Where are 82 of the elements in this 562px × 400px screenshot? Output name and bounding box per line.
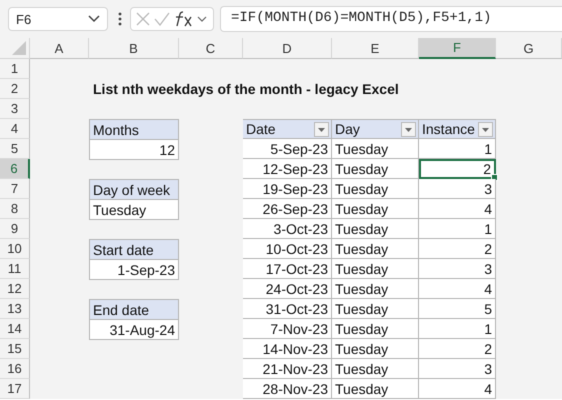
- row-header[interactable]: 8: [0, 199, 30, 219]
- row-header[interactable]: 4: [0, 119, 30, 139]
- table-cell: 3: [419, 259, 496, 279]
- header-text: Day: [335, 121, 360, 137]
- table-cell: Tuesday: [332, 319, 419, 339]
- row-header[interactable]: 14: [0, 319, 30, 339]
- table-cell: Tuesday: [332, 239, 419, 259]
- row-header[interactable]: 12: [0, 279, 30, 299]
- row-header[interactable]: 15: [0, 339, 30, 359]
- row-header[interactable]: 9: [0, 219, 30, 239]
- table-cell: Tuesday: [332, 339, 419, 359]
- table-cell: 24-Oct-23: [243, 279, 332, 299]
- table-cell: 10-Oct-23: [243, 239, 332, 259]
- table-cell: Tuesday: [332, 139, 419, 159]
- header-text: Date: [246, 121, 276, 137]
- input-label: End date: [89, 299, 179, 320]
- row-header[interactable]: 7: [0, 179, 30, 199]
- more-options-icon[interactable]: [118, 12, 122, 26]
- table-cell: 1: [419, 219, 496, 239]
- table-cell: Tuesday: [332, 219, 419, 239]
- input-value: 12: [89, 139, 179, 160]
- header-text: Instance: [422, 121, 475, 137]
- table-cell: 12-Sep-23: [243, 159, 332, 179]
- table-cell: 3: [419, 179, 496, 199]
- input-value: 1-Sep-23: [89, 259, 179, 280]
- table-cell: 28-Nov-23: [243, 379, 332, 399]
- table-cell[interactable]: 2: [419, 159, 496, 179]
- row-header[interactable]: 1: [0, 59, 30, 79]
- column-header[interactable]: C: [179, 38, 243, 59]
- sheet-title: List nth weekdays of the month - legacy Excel: [92, 80, 400, 99]
- row-header[interactable]: 11: [0, 259, 30, 279]
- input-label: Start date: [89, 239, 179, 260]
- table-cell: Tuesday: [332, 259, 419, 279]
- input-value: 31-Aug-24: [89, 319, 179, 340]
- table-cell: 2: [419, 239, 496, 259]
- table-cell: 31-Oct-23: [243, 299, 332, 319]
- filter-dropdown-icon[interactable]: [314, 122, 329, 136]
- table-cell: 1: [419, 319, 496, 339]
- table-cell: Tuesday: [332, 279, 419, 299]
- row-header[interactable]: 6: [0, 159, 30, 179]
- row-header[interactable]: 16: [0, 359, 30, 379]
- filter-dropdown-icon[interactable]: [401, 122, 416, 136]
- row-header[interactable]: 17: [0, 379, 30, 399]
- table-cell: 5-Sep-23: [243, 139, 332, 159]
- table-cell: Tuesday: [332, 199, 419, 219]
- name-box[interactable]: F6: [8, 7, 108, 31]
- table-cell: Tuesday: [332, 359, 419, 379]
- table-cell: 4: [419, 279, 496, 299]
- input-value: Tuesday: [89, 199, 179, 220]
- row-header[interactable]: 2: [0, 79, 30, 99]
- table-cell: 14-Nov-23: [243, 339, 332, 359]
- input-label: Months: [89, 119, 179, 140]
- row-header[interactable]: 10: [0, 239, 30, 259]
- row-header[interactable]: 13: [0, 299, 30, 319]
- table-cell: 21-Nov-23: [243, 359, 332, 379]
- table-cell: 4: [419, 199, 496, 219]
- column-header[interactable]: A: [30, 38, 89, 59]
- table-cell: Tuesday: [332, 159, 419, 179]
- table-cell: 5: [419, 299, 496, 319]
- table-cell: 2: [419, 339, 496, 359]
- table-cell: Tuesday: [332, 379, 419, 399]
- formula-field[interactable]: =IF(MONTH(D6)=MONTH(D5),F5+1,1): [220, 6, 562, 32]
- table-cell: 7-Nov-23: [243, 319, 332, 339]
- table-cell: 1: [419, 139, 496, 159]
- check-icon[interactable]: [154, 12, 170, 26]
- table-cell: 17-Oct-23: [243, 259, 332, 279]
- table-cell: Tuesday: [332, 179, 419, 199]
- table-cell: 3-Oct-23: [243, 219, 332, 239]
- column-header[interactable]: B: [89, 38, 179, 59]
- chevron-down-icon: [88, 15, 100, 23]
- column-header[interactable]: G: [496, 38, 562, 59]
- insert-function-icon[interactable]: [174, 11, 208, 27]
- row-header[interactable]: 3: [0, 99, 30, 119]
- table-cell: 19-Sep-23: [243, 179, 332, 199]
- table-cell: 3: [419, 359, 496, 379]
- column-header[interactable]: F: [419, 38, 496, 59]
- filter-dropdown-icon[interactable]: [478, 122, 493, 136]
- input-label: Day of week: [89, 179, 179, 200]
- column-header[interactable]: D: [243, 38, 332, 59]
- table-cell: 4: [419, 379, 496, 399]
- table-cell: Tuesday: [332, 299, 419, 319]
- table-cell: 26-Sep-23: [243, 199, 332, 219]
